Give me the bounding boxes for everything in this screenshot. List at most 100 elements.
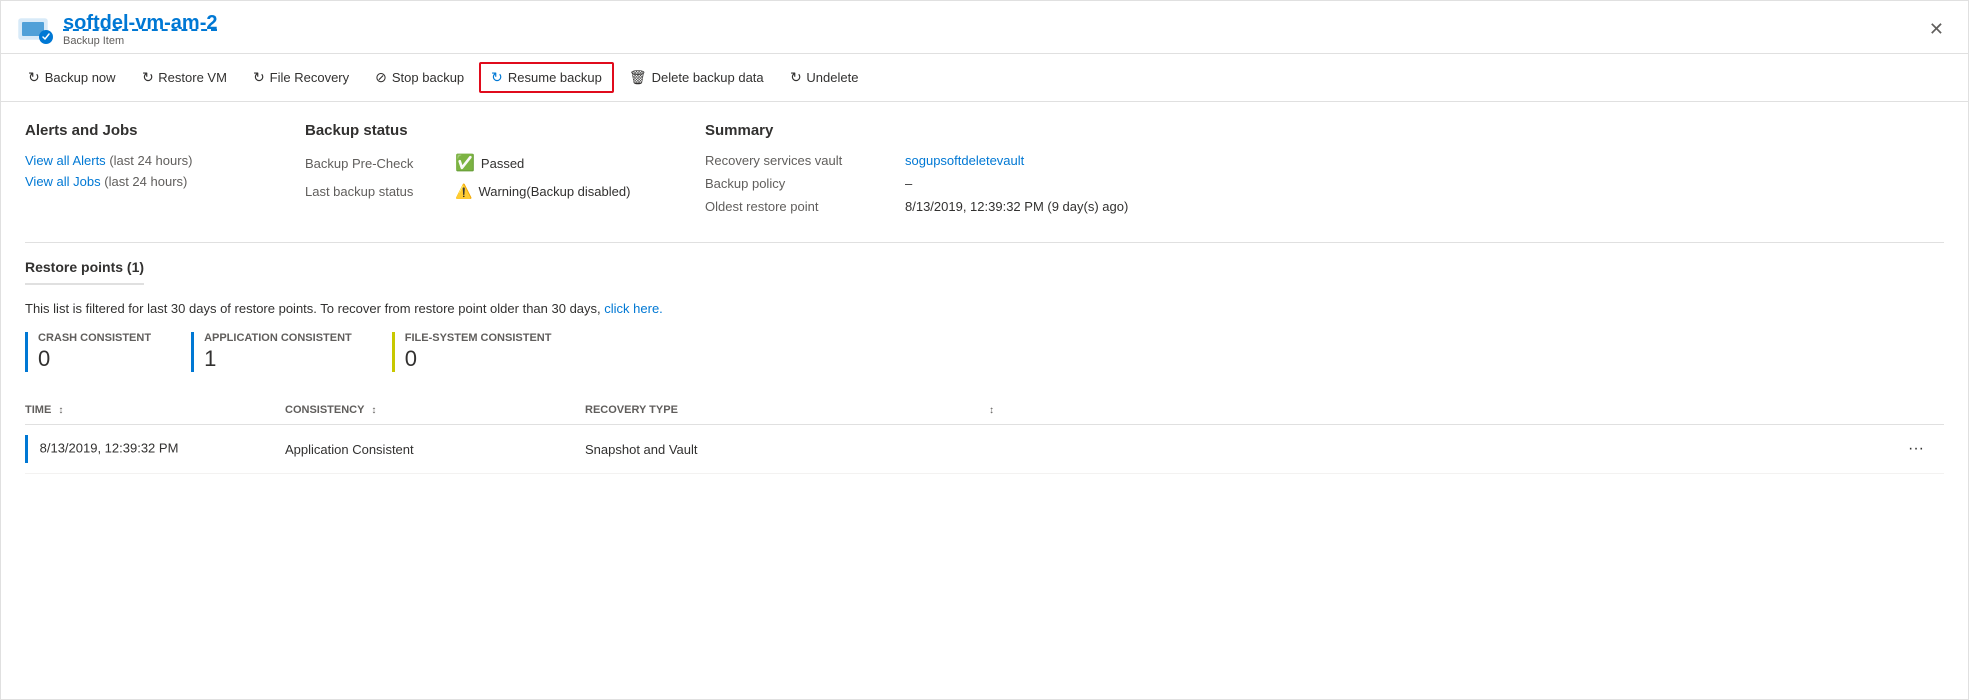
backup-status-section: Backup status Backup Pre-Check ✅ Passed … (305, 122, 705, 222)
app-label: APPLICATION CONSISTENT (204, 332, 352, 344)
vault-row: Recovery services vault sogupsoftdeletev… (705, 153, 1944, 168)
row-recovery: Snapshot and Vault (585, 442, 698, 457)
row-consistency-cell: Application Consistent (285, 425, 585, 474)
undelete-icon: ↺ (790, 69, 802, 86)
file-recovery-icon: ↺ (253, 69, 265, 86)
crash-label: CRASH CONSISTENT (38, 332, 151, 344)
oldest-label: Oldest restore point (705, 199, 905, 214)
view-jobs-suffix: (last 24 hours) (104, 174, 187, 189)
fs-count: 0 (405, 346, 552, 372)
col-recovery-header: RECOVERY TYPE (585, 396, 985, 425)
resume-backup-label: Resume backup (508, 70, 602, 85)
undelete-button[interactable]: ↺ Undelete (779, 63, 870, 92)
actions-sort-icon[interactable]: ↕ (989, 405, 994, 416)
fs-bar (392, 332, 395, 372)
header: softdel-vm-am-2 Backup Item ✕ (1, 1, 1968, 54)
last-backup-row: Last backup status ⚠️ Warning(Backup dis… (305, 183, 685, 200)
restore-table: TIME ↕ CONSISTENCY ↕ RECOVERY TYPE ↕ (25, 396, 1944, 474)
file-recovery-button[interactable]: ↺ File Recovery (242, 63, 360, 92)
col-actions-header: ↕ (985, 396, 1944, 425)
info-grid: Alerts and Jobs View all Alerts (last 24… (25, 122, 1944, 222)
resume-backup-icon: ↺ (491, 69, 503, 86)
alerts-section: Alerts and Jobs View all Alerts (last 24… (25, 122, 305, 222)
crash-consistent-item: CRASH CONSISTENT 0 (25, 332, 151, 372)
row-recovery-cell: Snapshot and Vault (585, 425, 985, 474)
summary-title: Summary (705, 122, 1944, 139)
backup-status-title: Backup status (305, 122, 685, 139)
row-actions-cell: ··· (985, 425, 1944, 474)
delete-backup-icon: 🗑 (629, 69, 647, 86)
backup-now-icon: ↺ (28, 69, 40, 86)
pre-check-row: Backup Pre-Check ✅ Passed (305, 153, 685, 173)
last-backup-text: Warning(Backup disabled) (478, 184, 630, 199)
row-more-button[interactable]: ··· (1900, 436, 1932, 462)
last-backup-label: Last backup status (305, 184, 455, 199)
pre-check-value: ✅ Passed (455, 153, 524, 173)
row-time-cell: 8/13/2019, 12:39:32 PM (25, 425, 285, 474)
delete-backup-button[interactable]: 🗑 Delete backup data (618, 63, 775, 92)
row-consistency: Application Consistent (285, 442, 414, 457)
close-button[interactable]: ✕ (1921, 15, 1952, 44)
delete-backup-label: Delete backup data (652, 70, 764, 85)
table-row: 8/13/2019, 12:39:32 PM Application Consi… (25, 425, 1944, 474)
page-title: softdel-vm-am-2 (63, 12, 217, 35)
resume-backup-button[interactable]: ↺ Resume backup (479, 62, 614, 93)
last-backup-value: ⚠️ Warning(Backup disabled) (455, 183, 630, 200)
oldest-row: Oldest restore point 8/13/2019, 12:39:32… (705, 199, 1944, 214)
restore-vm-icon: ↺ (142, 69, 154, 86)
oldest-value: 8/13/2019, 12:39:32 PM (9 day(s) ago) (905, 199, 1128, 214)
fs-label: FILE-SYSTEM CONSISTENT (405, 332, 552, 344)
view-alerts-suffix: (last 24 hours) (109, 153, 192, 168)
row-time: 8/13/2019, 12:39:32 PM (40, 440, 179, 455)
section-divider (25, 242, 1944, 243)
file-recovery-label: File Recovery (270, 70, 349, 85)
consistency-sort-icon[interactable]: ↕ (371, 405, 376, 416)
restore-vm-label: Restore VM (158, 70, 227, 85)
crash-count: 0 (38, 346, 151, 372)
col-time-header: TIME ↕ (25, 396, 285, 425)
stop-backup-button[interactable]: ⊘ Stop backup (364, 63, 475, 92)
pre-check-text: Passed (481, 156, 524, 171)
restore-title: Restore points (1) (25, 259, 144, 285)
summary-section: Summary Recovery services vault sogupsof… (705, 122, 1944, 222)
table-body: 8/13/2019, 12:39:32 PM Application Consi… (25, 425, 1944, 474)
policy-label: Backup policy (705, 176, 905, 191)
stop-backup-label: Stop backup (392, 70, 464, 85)
view-alerts-link[interactable]: View all Alerts (last 24 hours) (25, 153, 285, 168)
col-consistency-header: CONSISTENCY ↕ (285, 396, 585, 425)
toolbar: ↺ Backup now ↺ Restore VM ↺ File Recover… (1, 54, 1968, 102)
vm-icon (17, 11, 53, 47)
restore-vm-button[interactable]: ↺ Restore VM (131, 63, 238, 92)
fs-consistent-item: FILE-SYSTEM CONSISTENT 0 (392, 332, 552, 372)
warning-icon: ⚠️ (455, 183, 472, 200)
app-bar (191, 332, 194, 372)
filter-text: This list is filtered for last 30 days o… (25, 301, 1944, 316)
policy-row: Backup policy – (705, 176, 1944, 191)
filter-text-content: This list is filtered for last 30 days o… (25, 301, 601, 316)
main-content: Alerts and Jobs View all Alerts (last 24… (1, 102, 1968, 494)
page-subtitle: Backup Item (63, 35, 217, 47)
vault-label: Recovery services vault (705, 153, 905, 168)
app-count: 1 (204, 346, 352, 372)
vault-link[interactable]: sogupsoftdeletevault (905, 153, 1024, 168)
app-consistent-item: APPLICATION CONSISTENT 1 (191, 332, 352, 372)
view-jobs-label: View all Jobs (25, 174, 101, 189)
restore-section: Restore points (1) This list is filtered… (25, 259, 1944, 474)
alerts-title: Alerts and Jobs (25, 122, 285, 139)
crash-bar (25, 332, 28, 372)
view-jobs-link[interactable]: View all Jobs (last 24 hours) (25, 174, 285, 189)
check-icon: ✅ (455, 153, 475, 173)
page-container: softdel-vm-am-2 Backup Item ✕ ↺ Backup n… (0, 0, 1969, 700)
filter-link[interactable]: click here. (604, 301, 663, 316)
row-indicator (25, 435, 28, 463)
undelete-label: Undelete (806, 70, 858, 85)
view-alerts-label: View all Alerts (25, 153, 106, 168)
stop-backup-icon: ⊘ (375, 69, 387, 86)
pre-check-label: Backup Pre-Check (305, 156, 455, 171)
policy-value: – (905, 176, 912, 191)
backup-now-button[interactable]: ↺ Backup now (17, 63, 127, 92)
table-header-row: TIME ↕ CONSISTENCY ↕ RECOVERY TYPE ↕ (25, 396, 1944, 425)
header-text: softdel-vm-am-2 Backup Item (63, 12, 217, 47)
time-sort-icon[interactable]: ↕ (58, 405, 63, 416)
backup-now-label: Backup now (45, 70, 116, 85)
